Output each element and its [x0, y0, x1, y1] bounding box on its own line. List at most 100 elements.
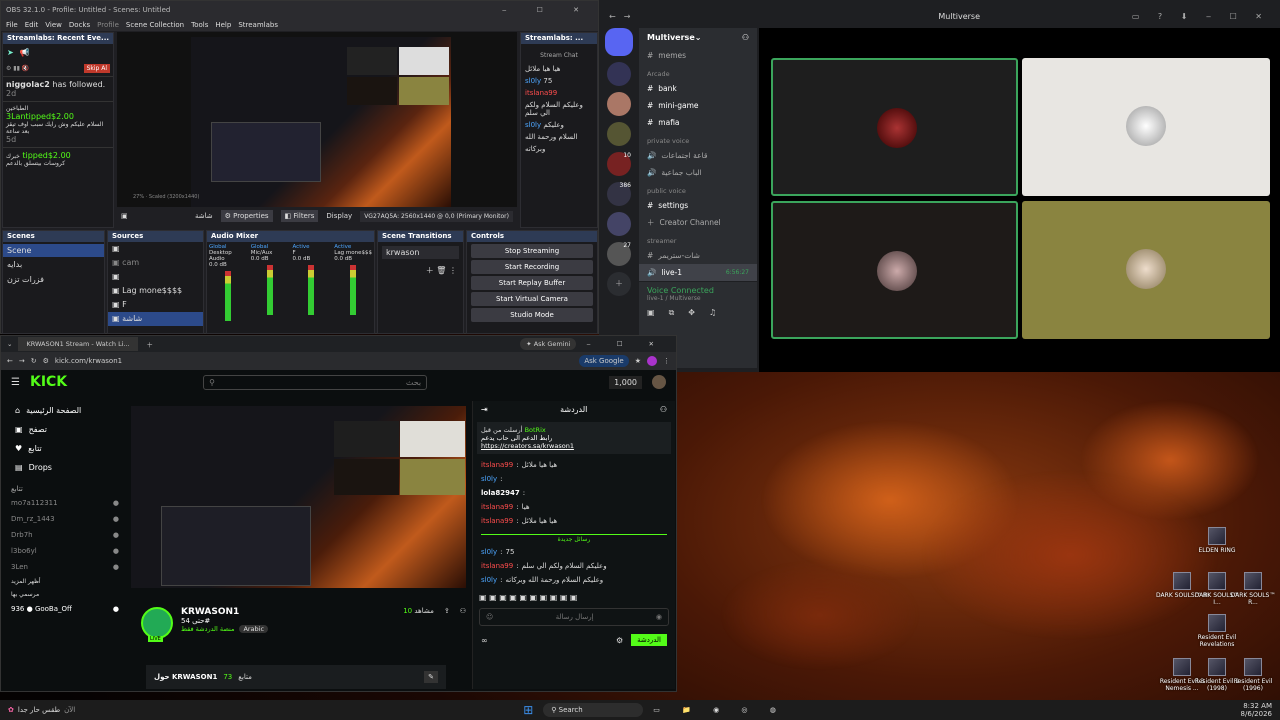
- video-tile[interactable]: [771, 201, 1018, 339]
- edit-icon[interactable]: ✎: [424, 671, 438, 683]
- infinity-icon[interactable]: ∞: [481, 636, 488, 645]
- source-item[interactable]: ▣: [108, 242, 203, 256]
- menu-edit[interactable]: Edit: [25, 21, 39, 29]
- nav-browse[interactable]: ▣ تصفح: [1, 420, 129, 439]
- search-input[interactable]: ⚲ بحث: [203, 374, 428, 390]
- send-icon[interactable]: ➤: [7, 48, 14, 57]
- language-tag[interactable]: Arabic: [239, 625, 269, 633]
- start-recording-button[interactable]: Start Recording: [471, 260, 593, 274]
- emote-bar[interactable]: ▣ ▣ ▣ ▣ ▣ ▣ ▣ ▣ ▣ ▣: [479, 593, 669, 602]
- transition-buttons[interactable]: ＋ 🗑 ⋮: [378, 263, 463, 278]
- taskbar-search[interactable]: ⚲ Search: [543, 703, 644, 717]
- url-input[interactable]: kick.com/krwason1: [55, 357, 573, 365]
- taskbar-apps[interactable]: ▭ 📁 ◉ ◎ ◍: [653, 706, 786, 714]
- start-replay-buffer-button[interactable]: Start Replay Buffer: [471, 276, 593, 290]
- streamer-avatar[interactable]: LIVE: [141, 607, 173, 642]
- category-label[interactable]: private voice: [639, 131, 757, 147]
- followed-channel[interactable]: Drb7h ●: [1, 527, 129, 543]
- user-avatar[interactable]: [652, 375, 666, 389]
- filter-icon[interactable]: ⚙ ▮▮ 🔇: [6, 65, 29, 72]
- video-tile[interactable]: [1022, 201, 1270, 339]
- followed-channel[interactable]: 3Len ●: [1, 559, 129, 575]
- streamer-name[interactable]: KRWASON1: [181, 607, 395, 617]
- add-server-icon[interactable]: ＋: [607, 272, 631, 296]
- ask-gemini-button[interactable]: ✦ Ask Gemini: [520, 338, 577, 350]
- category-label[interactable]: Arcade: [639, 64, 757, 80]
- voice-channel[interactable]: 🔊 الباب جماعية: [639, 164, 757, 181]
- channel-live-1[interactable]: 🔊 live-1 6:56:27: [639, 264, 757, 281]
- menu-scene-collection[interactable]: Scene Collection: [126, 21, 184, 29]
- voice-channel[interactable]: 🔊 قاعة اجتماعات: [639, 147, 757, 164]
- source-item[interactable]: ▣ cam: [108, 256, 203, 270]
- menu-icon[interactable]: ⋮: [663, 357, 670, 365]
- forward-icon[interactable]: →: [19, 357, 25, 365]
- mention-icon[interactable]: ◉: [656, 613, 662, 621]
- stream-player[interactable]: [131, 406, 466, 588]
- channel-memes[interactable]: # memes: [639, 47, 757, 64]
- video-tile[interactable]: [771, 58, 1018, 196]
- menu-docks[interactable]: Docks: [69, 21, 90, 29]
- discord-home-icon[interactable]: [605, 28, 633, 56]
- server-icon[interactable]: [607, 122, 631, 146]
- channel-settings[interactable]: # settings: [639, 197, 757, 214]
- menu-view[interactable]: View: [45, 21, 62, 29]
- server-icon[interactable]: [607, 92, 631, 116]
- share-icon[interactable]: ⇪: [444, 607, 450, 657]
- source-item[interactable]: ▣ F: [108, 298, 203, 312]
- chat-users-icon[interactable]: ⚇: [660, 405, 667, 414]
- server-icon[interactable]: 10: [607, 152, 631, 176]
- emoji-icon[interactable]: ☺: [486, 613, 493, 621]
- server-header[interactable]: Multiverse ⌄ ⚇: [639, 28, 757, 47]
- channel-mini-game[interactable]: # mini-game: [639, 97, 757, 114]
- desktop-icon-re-revelations[interactable]: Resident Evil Revelations: [1190, 614, 1244, 648]
- desktop-icon-re1[interactable]: Resident Evil (1996): [1226, 658, 1280, 692]
- window-controls[interactable]: ‒ ☐ ✕: [502, 6, 593, 14]
- tab-menu-icon[interactable]: ⌄: [1, 340, 18, 348]
- transition-select[interactable]: krwason: [382, 246, 459, 259]
- followed-channel[interactable]: Dm_rz_1443 ●: [1, 511, 129, 527]
- desktop-icon-dark-souls-r[interactable]: DARK SOULS™ R...: [1226, 572, 1280, 606]
- channel-mafia[interactable]: # mafia: [639, 114, 757, 131]
- source-item[interactable]: ▣ شاشة: [108, 312, 203, 326]
- source-item[interactable]: ▣: [108, 270, 203, 284]
- creator-channel[interactable]: ＋ Creator Channel: [639, 214, 757, 231]
- profile-icon[interactable]: [647, 356, 657, 366]
- filters-button[interactable]: ◧ Filters: [280, 210, 319, 222]
- properties-button[interactable]: ⚙ Properties: [220, 210, 273, 222]
- back-icon[interactable]: ←: [609, 12, 616, 21]
- settings-icon[interactable]: ⚙: [616, 636, 623, 645]
- reload-icon[interactable]: ↻: [31, 357, 37, 365]
- hamburger-icon[interactable]: ☰: [11, 377, 20, 388]
- scene-item[interactable]: فزرات تزن: [3, 272, 104, 287]
- clock[interactable]: 8:32 AM 8/6/2026: [1241, 702, 1280, 718]
- kick-logo[interactable]: KICK: [30, 374, 67, 390]
- category-label[interactable]: public voice: [639, 181, 757, 197]
- followed-channel[interactable]: l3bo6yl ●: [1, 543, 129, 559]
- pinned-link[interactable]: https://creators.sa/krwason1: [481, 442, 667, 450]
- menu-tools[interactable]: Tools: [191, 21, 208, 29]
- channel-bank[interactable]: # bank: [639, 80, 757, 97]
- voice-actions[interactable]: ▣ ⧉ ✥ ♫: [647, 302, 749, 318]
- browser-tab[interactable]: KRWASON1 Stream - Watch Li...: [18, 337, 139, 351]
- menu-streamlabs[interactable]: Streamlabs: [238, 21, 278, 29]
- weather-widget[interactable]: ✿ طقس حار جدا الآن: [0, 706, 83, 714]
- megaphone-icon[interactable]: 📢: [20, 48, 30, 57]
- collapse-chat-icon[interactable]: ⇥: [481, 405, 488, 414]
- video-tile[interactable]: [1022, 58, 1270, 196]
- server-icon[interactable]: [607, 62, 631, 86]
- nav-following[interactable]: ♥ تتابع: [1, 439, 129, 458]
- category-label[interactable]: streamer: [639, 231, 757, 247]
- menu-help[interactable]: Help: [215, 21, 231, 29]
- studio-mode-button[interactable]: Studio Mode: [471, 308, 593, 322]
- start-virtual-camera-button[interactable]: Start Virtual Camera: [471, 292, 593, 306]
- site-info-icon[interactable]: ⚙: [43, 357, 49, 365]
- add-member-icon[interactable]: ⚇: [742, 33, 749, 42]
- ask-google-button[interactable]: Ask Google: [579, 355, 629, 367]
- chat-input[interactable]: ☺ إرسال رسالة ◉: [479, 608, 669, 626]
- server-icon[interactable]: 386: [607, 182, 631, 206]
- window-controls[interactable]: ‒ ☐ ✕: [576, 340, 676, 348]
- follow-icon[interactable]: ⚇: [460, 607, 466, 657]
- source-item[interactable]: ▣ Lag mone$$$$: [108, 284, 203, 298]
- coins-badge[interactable]: 1,000: [609, 375, 642, 389]
- show-more-link[interactable]: أظهر المزيد: [1, 575, 129, 588]
